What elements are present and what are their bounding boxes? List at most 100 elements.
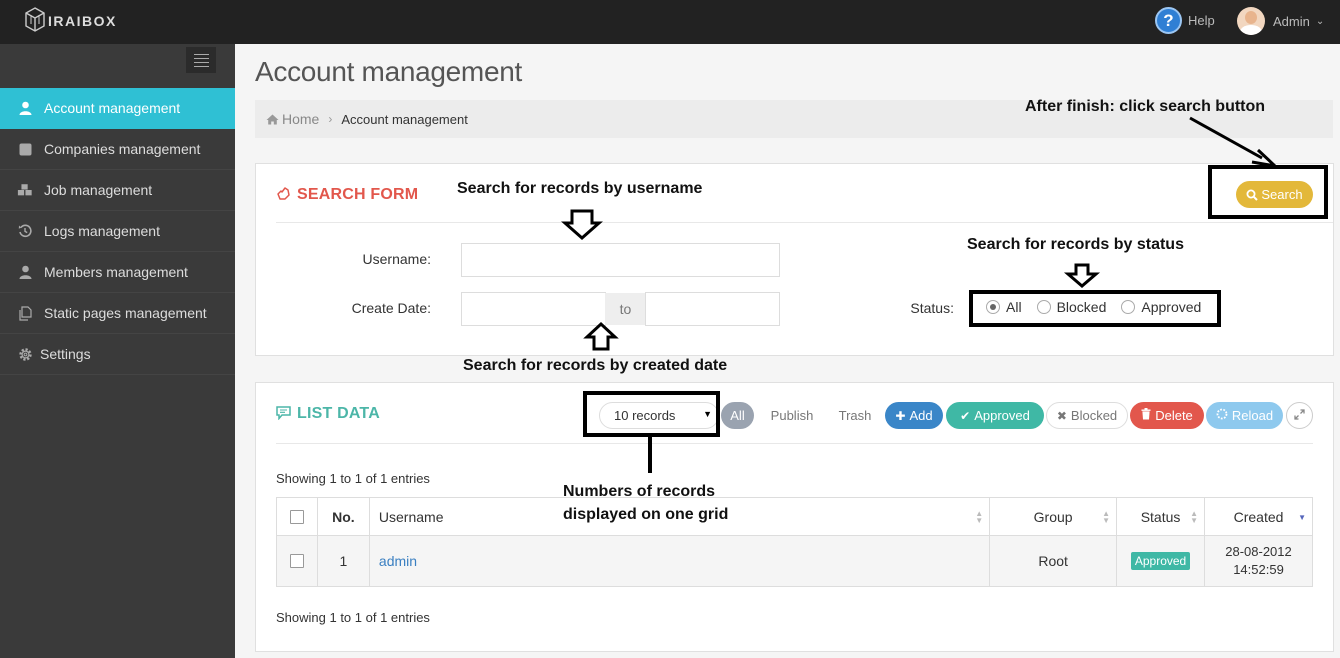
column-header-label: No.: [332, 508, 355, 525]
expand-button[interactable]: [1286, 402, 1313, 429]
search-form-title-text: SEARCH FORM: [297, 186, 419, 203]
user-menu[interactable]: Admin ⌄: [1237, 7, 1324, 35]
search-form-panel: SEARCH FORM Search Username: Create Date…: [255, 163, 1334, 356]
annotation-username-note: Search for records by username: [457, 180, 703, 197]
sidebar-item-account-management[interactable]: Account management: [0, 88, 235, 129]
select-all-checkbox[interactable]: [289, 509, 304, 524]
hand-pointer-icon: [276, 186, 291, 204]
sidebar-item-settings[interactable]: Settings: [0, 334, 235, 375]
sidebar-item-label: Settings: [40, 346, 91, 362]
sidebar-item-label: Job management: [44, 182, 153, 198]
row-checkbox[interactable]: [289, 554, 304, 568]
data-table: No. Username ▲ ▼ Group ▲ ▼ Status ▲ ▼ Created ▼…: [276, 497, 1313, 587]
sort-icon: ▲ ▼: [1102, 509, 1111, 525]
showing-entries-bottom: Showing 1 to 1 of 1 entries: [276, 610, 430, 625]
add-button[interactable]: ✚ Add: [885, 402, 943, 429]
showing-entries-top: Showing 1 to 1 of 1 entries: [276, 471, 430, 486]
help-label: Help: [1188, 13, 1215, 28]
column-header-label: Username: [378, 508, 444, 525]
logo-text: IRAIBOX: [48, 13, 117, 29]
top-bar: IRAIBOX ? Help Admin ⌄: [0, 0, 1340, 44]
breadcrumb-current: Account management: [341, 111, 468, 127]
delete-label: Delete: [1155, 408, 1193, 423]
sidebar-item-label: Members management: [44, 264, 188, 280]
annotation-records-line2: displayed on one grid: [563, 506, 729, 523]
column-header-created[interactable]: Created ▼: [1204, 497, 1313, 536]
help-icon: ?: [1155, 7, 1182, 34]
list-data-panel: LIST DATA 10 records ▼ All Publish Trash…: [255, 382, 1334, 652]
breadcrumb-home-label: Home: [282, 111, 320, 127]
sidebar-item-label: Static pages management: [44, 305, 207, 321]
annotation-records-line1: Numbers of records: [563, 483, 716, 500]
search-form-title: SEARCH FORM: [276, 186, 418, 204]
sidebar-item-label: Account management: [44, 100, 181, 116]
block-button[interactable]: ✖ Blocked: [1046, 402, 1128, 429]
column-header-label: Created: [1233, 508, 1284, 525]
chevron-right-icon: ›: [328, 112, 333, 126]
sidebar-nav: Account management Companies management …: [0, 88, 235, 375]
trash-icon: [1141, 408, 1151, 423]
annotation-box-status: [969, 290, 1221, 327]
sidebar-item-job-management[interactable]: Job management: [0, 170, 235, 211]
column-header-status[interactable]: Status ▲ ▼: [1116, 497, 1206, 536]
annotation-box-records: [583, 391, 720, 437]
username-input[interactable]: [461, 243, 780, 277]
menu-toggle-button[interactable]: [186, 47, 216, 73]
reload-label: Reload: [1231, 408, 1274, 423]
cube-logo-icon: [25, 7, 45, 32]
spinner-icon: [1216, 408, 1228, 423]
reload-button[interactable]: Reload: [1206, 402, 1283, 429]
list-data-title: LIST DATA: [276, 405, 380, 423]
block-label: Blocked: [1070, 408, 1118, 423]
logo[interactable]: IRAIBOX: [24, 4, 117, 38]
filter-all-button[interactable]: All: [721, 402, 754, 429]
approve-label: Approved: [974, 408, 1030, 423]
approve-button[interactable]: ✔ Approved: [946, 402, 1044, 429]
status-badge: Approved: [1130, 552, 1191, 570]
panel-divider: [276, 222, 1333, 223]
delete-button[interactable]: Delete: [1130, 402, 1204, 429]
sort-icon: ▲ ▼: [975, 509, 984, 525]
sort-icon: ▲ ▼: [1190, 509, 1199, 525]
avatar: [1237, 7, 1265, 35]
row-group: Root: [989, 535, 1118, 587]
check-icon: ✔: [960, 408, 971, 423]
help-link[interactable]: ? Help: [1155, 7, 1215, 34]
date-from-input[interactable]: [461, 292, 606, 326]
comment-icon: [276, 405, 291, 423]
annotation-search-note: After finish: click search button: [1025, 98, 1266, 115]
user-name: Admin: [1273, 13, 1310, 29]
chevron-down-icon: ⌄: [1315, 15, 1325, 27]
row-status-cell: Approved: [1116, 535, 1206, 587]
row-select-cell: [276, 535, 318, 587]
row-no: 1: [316, 535, 370, 587]
column-header-group[interactable]: Group ▲ ▼: [989, 497, 1118, 536]
date-separator: to: [605, 293, 646, 325]
row-created-date: 28-08-2012: [1225, 544, 1292, 559]
plus-icon: ✚: [895, 408, 906, 423]
expand-icon: [1294, 408, 1305, 423]
date-to-input[interactable]: [645, 292, 780, 326]
column-header-label: Status: [1140, 508, 1181, 525]
history-icon: [17, 223, 33, 239]
building-icon: [17, 141, 33, 157]
sidebar-item-companies-management[interactable]: Companies management: [0, 129, 235, 170]
add-label: Add: [909, 408, 933, 423]
username-link[interactable]: admin: [379, 553, 417, 569]
gear-icon: [17, 346, 33, 362]
cubes-icon: [17, 182, 33, 198]
panel-divider: [276, 443, 1313, 444]
sidebar-item-members-management[interactable]: Members management: [0, 252, 235, 293]
list-data-title-text: LIST DATA: [297, 405, 380, 422]
annotation-date-note: Search for records by created date: [463, 357, 728, 374]
sidebar-item-static-pages-management[interactable]: Static pages management: [0, 293, 235, 334]
annotation-status-note: Search for records by status: [967, 236, 1184, 253]
home-icon: [266, 114, 279, 124]
select-all-cell: [276, 497, 318, 536]
sidebar-item-logs-management[interactable]: Logs management: [0, 211, 235, 252]
column-header-no[interactable]: No.: [316, 497, 370, 536]
filter-trash-button[interactable]: Trash: [830, 402, 880, 429]
filter-publish-button[interactable]: Publish: [762, 402, 822, 429]
breadcrumb-home[interactable]: Home: [266, 111, 319, 127]
column-header-label: Group: [1033, 508, 1073, 525]
